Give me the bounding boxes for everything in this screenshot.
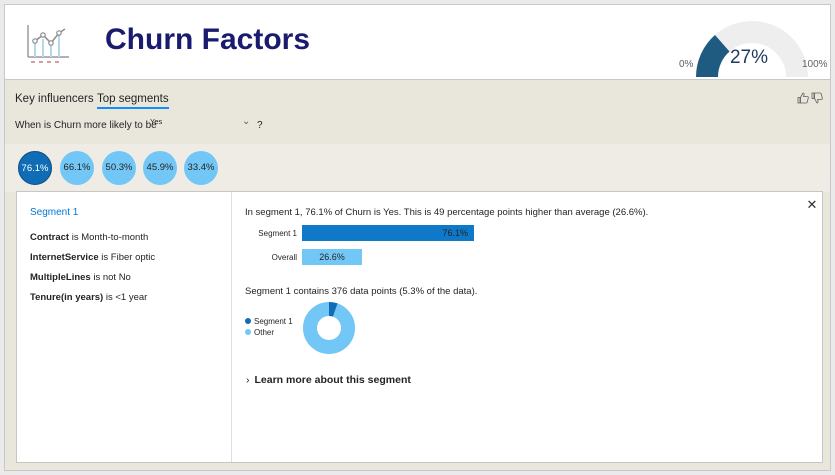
gauge-value-label: 27% [729,47,769,68]
report-header: Churn Factors 0% 27% 100% [5,5,830,79]
bar-overall: 26.6% [302,249,363,265]
key-influencers-visual: Key influencers Top segments When is Chu… [5,79,830,470]
segment-description: In segment 1, 76.1% of Churn is Yes. Thi… [245,207,649,218]
target-value-select[interactable]: Yes [150,117,162,126]
thumbs-up-icon[interactable] [797,92,809,104]
data-points-text: Segment 1 contains 376 data points (5.3%… [245,286,478,297]
segment-bubble-4[interactable]: 45.9% [143,151,177,185]
segment-condition: InternetService is Fiber optic [30,252,156,263]
segment-bubble-5[interactable]: 33.4% [184,151,218,185]
chevron-right-icon: › [246,374,250,386]
chevron-down-icon[interactable]: ⌄ [242,116,250,127]
legend-item-other: Other [245,328,274,337]
close-icon[interactable]: ✕ [805,198,819,212]
bar-segment: 76.1% [302,225,474,241]
segment-condition: MultipleLines is not No [30,272,131,283]
panel-divider [231,192,232,462]
legend-dot [245,329,251,335]
tab-key-influencers[interactable]: Key influencers [15,93,94,105]
donut-slice-other [303,302,355,354]
bar-label-segment: Segment 1 [258,229,297,238]
bar-label-overall: Overall [271,253,297,262]
tab-top-segments[interactable]: Top segments [97,93,169,109]
segment-title: Segment 1 [30,207,79,218]
help-question-mark[interactable]: ? [257,120,263,131]
segment-share-donut [303,302,355,354]
thumbs-down-icon[interactable] [811,92,823,104]
question-label: When is Churn more likely to be [15,120,157,131]
gauge-min-label: 0% [679,59,694,70]
legend-item-segment: Segment 1 [245,317,293,326]
page-title: Churn Factors [105,23,311,56]
segment-bubble-2[interactable]: 66.1% [60,151,94,185]
report-page: Churn Factors 0% 27% 100% Key influencer… [4,4,831,471]
gauge-max-label: 100% [802,59,828,70]
segment-condition: Tenure(in years) is <1 year [30,292,148,303]
segment-condition: Contract is Month-to-month [30,232,149,243]
donut-slice-segment [328,302,338,317]
line-chart-icon [27,25,69,63]
learn-more-link[interactable]: › Learn more about this segment [246,374,411,386]
legend-dot [245,318,251,324]
segment-bubble-1[interactable]: 76.1% [18,151,52,185]
gauge-fill [696,34,730,77]
segment-bubble-3[interactable]: 50.3% [102,151,136,185]
segment-detail-panel: ✕ Segment 1 Contract is Month-to-month I… [16,191,823,463]
